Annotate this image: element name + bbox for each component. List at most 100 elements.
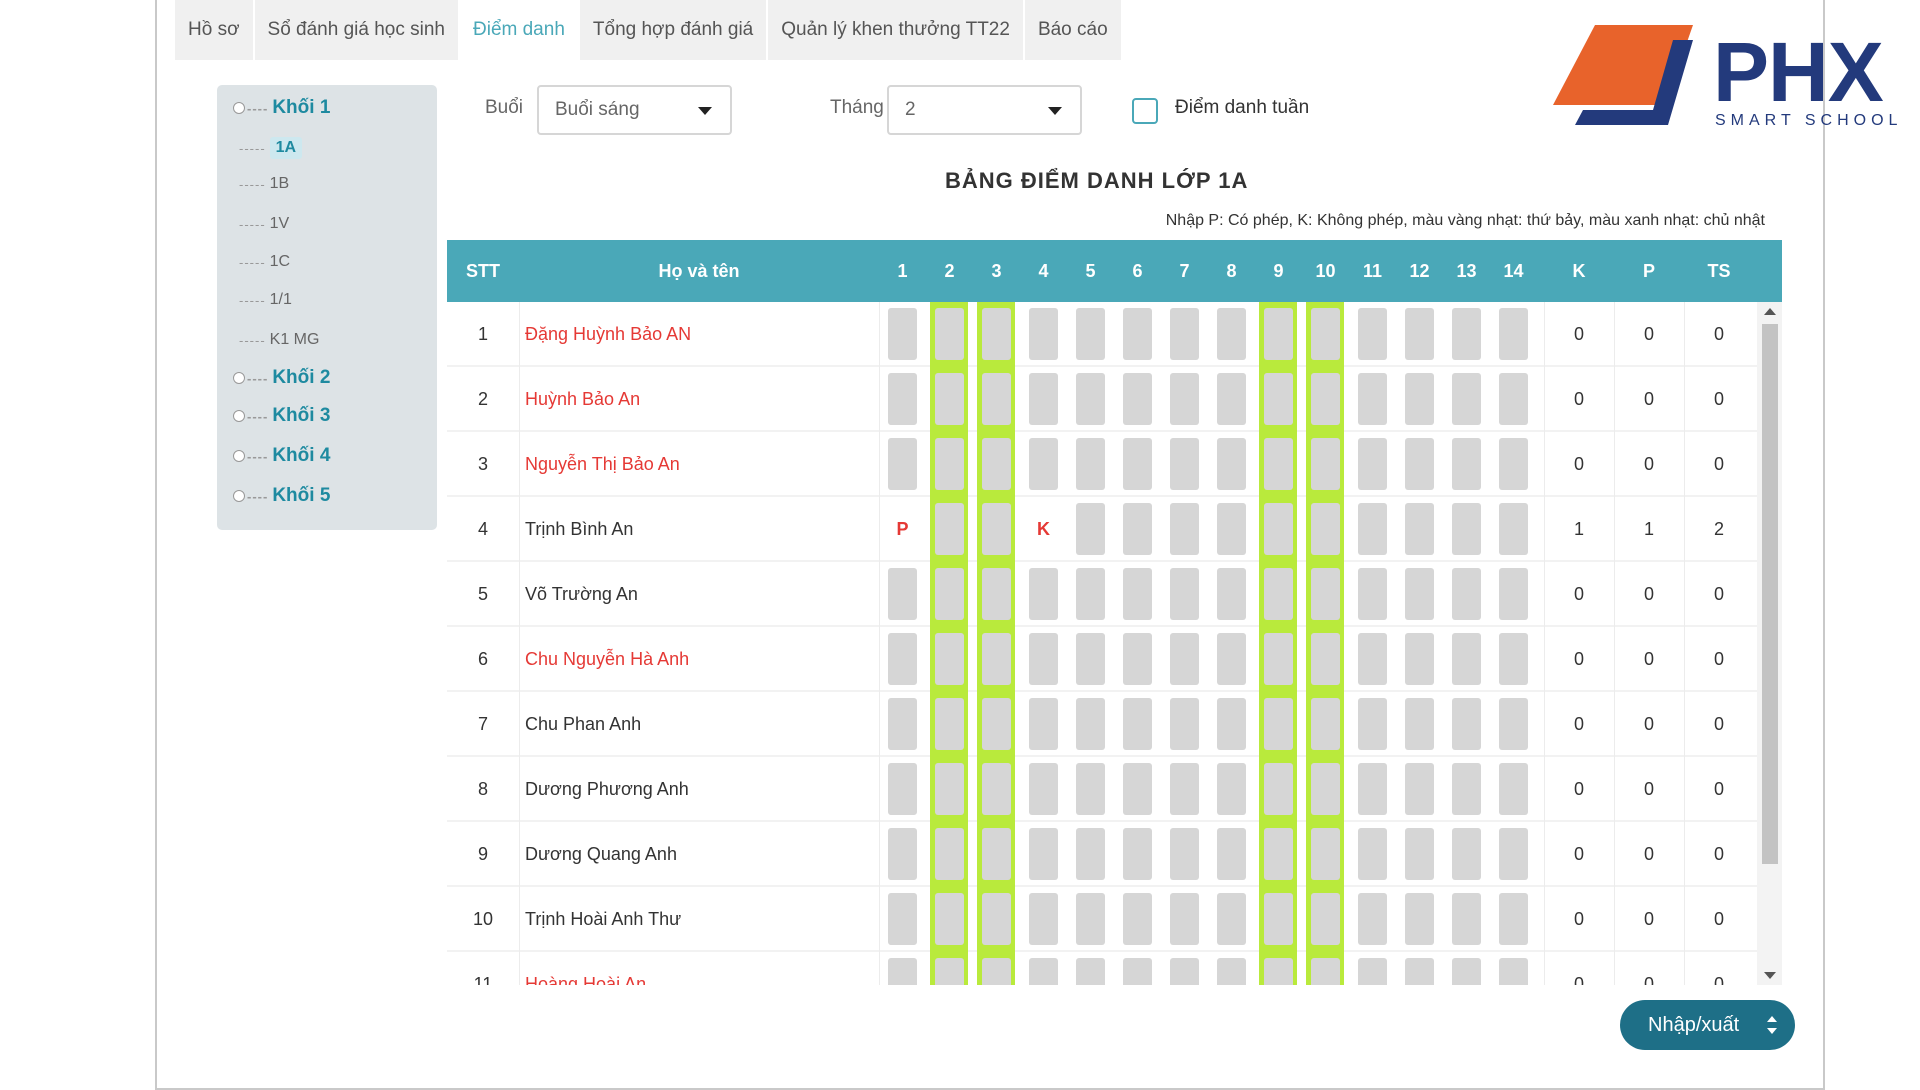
- attendance-cell-day-13[interactable]: [1447, 952, 1485, 985]
- table-row[interactable]: 5 Võ Trường An 0 0 0: [447, 562, 1757, 627]
- tab-5[interactable]: Quản lý khen thưởng TT22: [768, 0, 1025, 60]
- attendance-input[interactable]: K: [1029, 503, 1058, 555]
- attendance-cell-day-2[interactable]: [930, 757, 968, 822]
- attendance-cell-day-12[interactable]: [1400, 497, 1438, 562]
- attendance-input[interactable]: [1076, 438, 1105, 490]
- session-select[interactable]: Buổi sáng: [537, 85, 732, 135]
- table-row[interactable]: 2 Huỳnh Bảo An 0 0 0: [447, 367, 1757, 432]
- attendance-input[interactable]: [888, 763, 917, 815]
- attendance-cell-day-5[interactable]: [1071, 757, 1109, 822]
- attendance-input[interactable]: [1358, 373, 1387, 425]
- attendance-input[interactable]: [1405, 633, 1434, 685]
- attendance-input[interactable]: [1452, 893, 1481, 945]
- attendance-input[interactable]: [935, 568, 964, 620]
- attendance-input[interactable]: [982, 438, 1011, 490]
- attendance-input[interactable]: [1217, 373, 1246, 425]
- attendance-cell-day-11[interactable]: [1353, 432, 1391, 497]
- attendance-input[interactable]: [1217, 568, 1246, 620]
- attendance-input[interactable]: [1029, 698, 1058, 750]
- attendance-cell-day-12[interactable]: [1400, 822, 1438, 887]
- tab-3[interactable]: Điểm danh: [460, 0, 580, 60]
- attendance-input[interactable]: [1170, 568, 1199, 620]
- attendance-input[interactable]: [1405, 958, 1434, 985]
- attendance-cell-day-8[interactable]: [1212, 302, 1250, 367]
- attendance-input[interactable]: [1029, 438, 1058, 490]
- attendance-input[interactable]: [1499, 438, 1528, 490]
- attendance-input[interactable]: [1499, 698, 1528, 750]
- attendance-cell-day-4[interactable]: K: [1024, 497, 1062, 562]
- attendance-input[interactable]: [1029, 373, 1058, 425]
- attendance-cell-day-1[interactable]: [883, 627, 921, 692]
- attendance-input[interactable]: [982, 308, 1011, 360]
- attendance-input[interactable]: [1123, 958, 1152, 985]
- attendance-cell-day-8[interactable]: [1212, 822, 1250, 887]
- attendance-cell-day-4[interactable]: [1024, 367, 1062, 432]
- month-select[interactable]: 2: [887, 85, 1082, 135]
- attendance-input[interactable]: [1358, 763, 1387, 815]
- attendance-input[interactable]: [1217, 633, 1246, 685]
- attendance-input[interactable]: [1311, 438, 1340, 490]
- table-row[interactable]: 4 Trịnh Bình An P K 1 1 2: [447, 497, 1757, 562]
- attendance-input[interactable]: [1217, 828, 1246, 880]
- attendance-input[interactable]: [935, 958, 964, 985]
- attendance-cell-day-3[interactable]: [977, 432, 1015, 497]
- attendance-cell-day-2[interactable]: [930, 432, 968, 497]
- attendance-cell-day-11[interactable]: [1353, 887, 1391, 952]
- tree-class-6[interactable]: ----- K1 MG: [239, 331, 319, 349]
- student-name[interactable]: Trịnh Bình An: [519, 497, 879, 562]
- attendance-input[interactable]: [1358, 958, 1387, 985]
- attendance-cell-day-8[interactable]: [1212, 432, 1250, 497]
- attendance-cell-day-3[interactable]: [977, 367, 1015, 432]
- attendance-cell-day-13[interactable]: [1447, 367, 1485, 432]
- attendance-input[interactable]: [1123, 828, 1152, 880]
- attendance-cell-day-9[interactable]: [1259, 432, 1297, 497]
- attendance-cell-day-11[interactable]: [1353, 562, 1391, 627]
- attendance-input[interactable]: [1217, 893, 1246, 945]
- attendance-input[interactable]: [1029, 958, 1058, 985]
- attendance-input[interactable]: [1499, 568, 1528, 620]
- attendance-cell-day-8[interactable]: [1212, 562, 1250, 627]
- student-name[interactable]: Hoàng Hoài An: [519, 952, 879, 985]
- attendance-cell-day-6[interactable]: [1118, 432, 1156, 497]
- attendance-cell-day-11[interactable]: [1353, 757, 1391, 822]
- attendance-cell-day-13[interactable]: [1447, 822, 1485, 887]
- attendance-input[interactable]: [982, 633, 1011, 685]
- attendance-cell-day-10[interactable]: [1306, 627, 1344, 692]
- attendance-input[interactable]: [1405, 828, 1434, 880]
- attendance-cell-day-1[interactable]: [883, 952, 921, 985]
- attendance-cell-day-13[interactable]: [1447, 562, 1485, 627]
- attendance-cell-day-5[interactable]: [1071, 627, 1109, 692]
- attendance-cell-day-10[interactable]: [1306, 887, 1344, 952]
- student-name[interactable]: Chu Nguyễn Hà Anh: [519, 627, 879, 692]
- attendance-cell-day-12[interactable]: [1400, 367, 1438, 432]
- attendance-input[interactable]: [1217, 308, 1246, 360]
- attendance-cell-day-6[interactable]: [1118, 952, 1156, 985]
- attendance-input[interactable]: [1264, 698, 1293, 750]
- attendance-input[interactable]: [1499, 503, 1528, 555]
- attendance-cell-day-10[interactable]: [1306, 302, 1344, 367]
- attendance-input[interactable]: [1170, 438, 1199, 490]
- attendance-cell-day-10[interactable]: [1306, 562, 1344, 627]
- attendance-cell-day-5[interactable]: [1071, 497, 1109, 562]
- attendance-input[interactable]: [1358, 438, 1387, 490]
- attendance-cell-day-5[interactable]: [1071, 887, 1109, 952]
- attendance-input[interactable]: [1311, 698, 1340, 750]
- attendance-input[interactable]: [1123, 893, 1152, 945]
- tree-class-1[interactable]: ----- 1A: [239, 137, 303, 159]
- attendance-cell-day-12[interactable]: [1400, 627, 1438, 692]
- attendance-input[interactable]: [1405, 763, 1434, 815]
- tree-group-2[interactable]: ---- Khối 2: [233, 367, 330, 389]
- attendance-cell-day-8[interactable]: [1212, 757, 1250, 822]
- attendance-input[interactable]: [888, 893, 917, 945]
- attendance-input[interactable]: [888, 698, 917, 750]
- attendance-cell-day-4[interactable]: [1024, 627, 1062, 692]
- attendance-cell-day-13[interactable]: [1447, 757, 1485, 822]
- attendance-input[interactable]: [1405, 308, 1434, 360]
- attendance-cell-day-7[interactable]: [1165, 822, 1203, 887]
- attendance-input[interactable]: [1123, 438, 1152, 490]
- attendance-input[interactable]: [1405, 893, 1434, 945]
- attendance-input[interactable]: [1076, 698, 1105, 750]
- attendance-input[interactable]: [1076, 763, 1105, 815]
- attendance-input[interactable]: [1264, 373, 1293, 425]
- attendance-cell-day-11[interactable]: [1353, 367, 1391, 432]
